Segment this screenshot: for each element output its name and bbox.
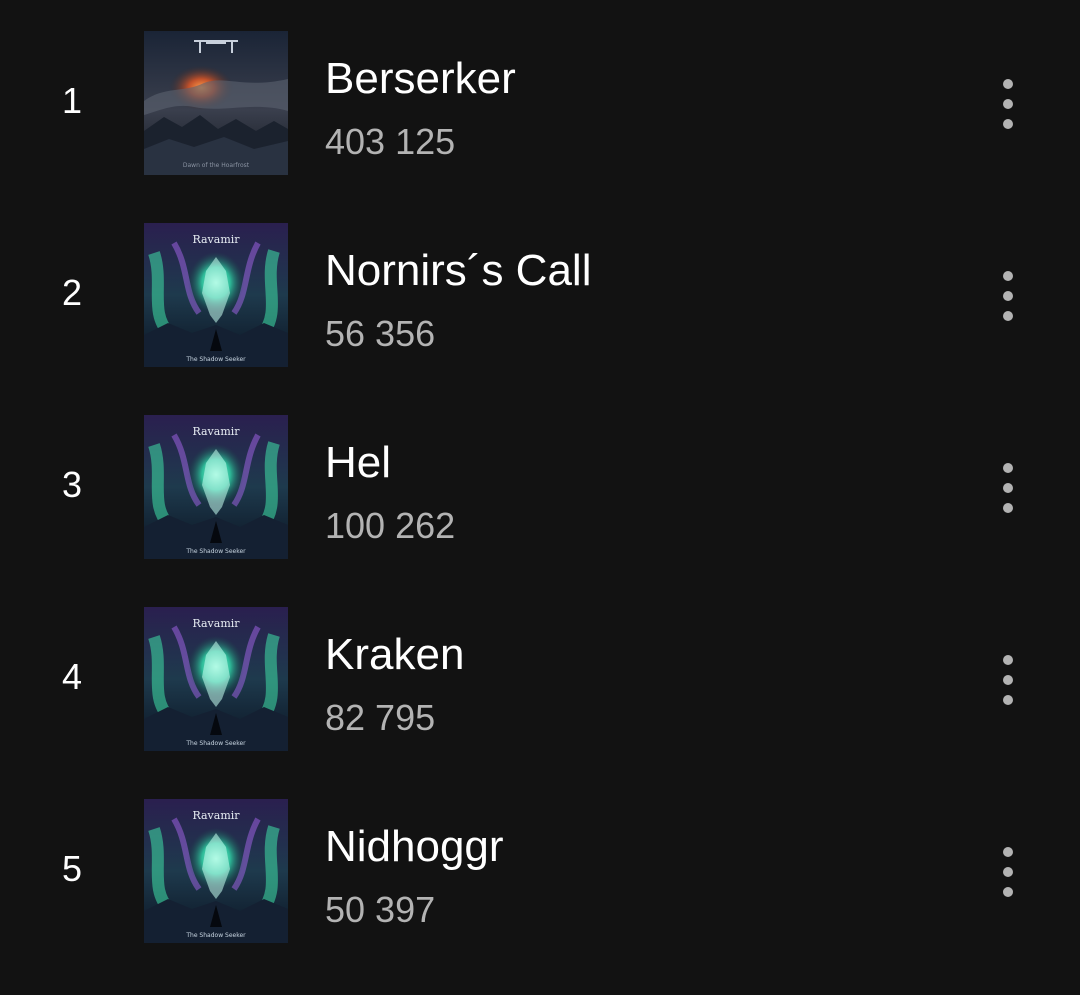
track-title: Nidhoggr: [325, 822, 504, 871]
track-play-count: 100 262: [325, 505, 456, 546]
cover-caption: The Shadow Seeker: [185, 548, 246, 555]
cover-caption: The Shadow Seeker: [185, 740, 246, 747]
track-row[interactable]: 2 Ravamir The Shadow Seeker Nornirs´s Ca…: [0, 223, 1080, 415]
more-options-button[interactable]: [984, 839, 1032, 905]
track-rank: 4: [61, 656, 83, 697]
track-title: Kraken: [325, 630, 465, 679]
track-rank: 5: [61, 848, 83, 889]
more-vertical-icon: [1003, 79, 1013, 129]
track-title: Nornirs´s Call: [325, 246, 592, 295]
cover-caption: The Shadow Seeker: [185, 932, 246, 939]
more-vertical-icon: [1003, 271, 1013, 321]
cover-logo: Ravamir: [192, 425, 240, 438]
track-rank: 3: [61, 464, 83, 505]
cover-logo: Ravamir: [192, 809, 240, 822]
top-tracks-list: 1 Dawn of the Hoarfrost Berserker 403 12…: [0, 0, 1080, 995]
track-play-count: 403 125: [325, 121, 456, 162]
album-cover-image: Ravamir The Shadow Seeker: [144, 607, 288, 751]
track-row[interactable]: 4 Ravamir The Shadow Seeker Kraken 82 79…: [0, 607, 1080, 799]
cover-caption: The Shadow Seeker: [185, 356, 246, 363]
track-title: Hel: [325, 438, 392, 487]
cover-logo: Ravamir: [192, 233, 240, 246]
more-options-button[interactable]: [984, 455, 1032, 521]
track-rank: 1: [61, 80, 83, 121]
more-vertical-icon: [1003, 655, 1013, 705]
more-options-button[interactable]: [984, 71, 1032, 137]
more-options-button[interactable]: [984, 263, 1032, 329]
track-play-count: 50 397: [325, 889, 436, 930]
track-rank: 2: [61, 272, 83, 313]
track-row[interactable]: 1 Dawn of the Hoarfrost Berserker 403 12…: [0, 31, 1080, 223]
track-play-count: 82 795: [325, 697, 436, 738]
more-options-button[interactable]: [984, 647, 1032, 713]
album-cover-image: Ravamir The Shadow Seeker: [144, 223, 288, 367]
track-row[interactable]: 3 Ravamir The Shadow Seeker Hel 100 262: [0, 415, 1080, 607]
more-vertical-icon: [1003, 847, 1013, 897]
album-cover-image: Ravamir The Shadow Seeker: [144, 415, 288, 559]
cover-logo: Ravamir: [192, 617, 240, 630]
cover-caption: Dawn of the Hoarfrost: [183, 162, 250, 169]
track-title: Berserker: [325, 54, 516, 103]
more-vertical-icon: [1003, 463, 1013, 513]
track-row[interactable]: 5 Ravamir The Shadow Seeker Nidhoggr 50 …: [0, 799, 1080, 991]
album-cover-image: Ravamir The Shadow Seeker: [144, 799, 288, 943]
album-cover-image: Dawn of the Hoarfrost: [144, 31, 288, 175]
track-play-count: 56 356: [325, 313, 436, 354]
